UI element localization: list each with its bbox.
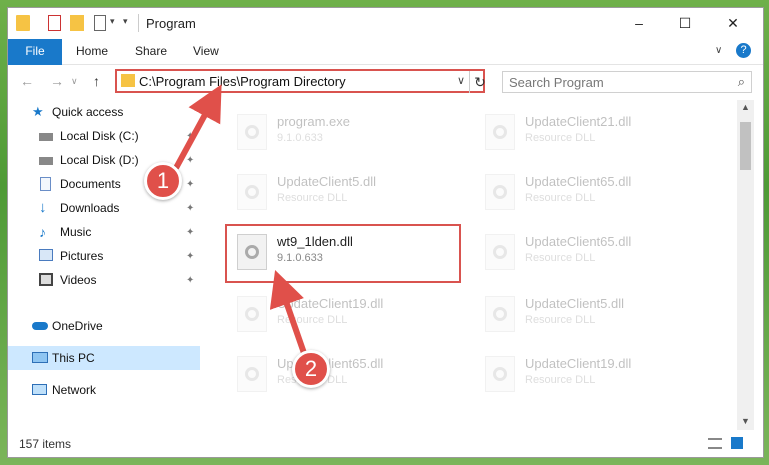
step-marker-2: 2: [292, 350, 330, 388]
annotation-arrows: [173, 84, 308, 357]
step-marker-1: 1: [144, 162, 182, 200]
arrow-to-highlighted-file: [269, 269, 308, 357]
arrow-to-address-bar: [173, 84, 222, 170]
